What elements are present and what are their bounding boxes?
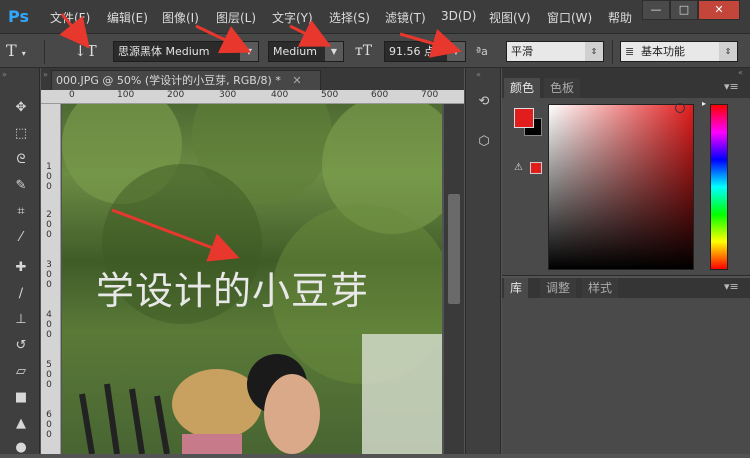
annotation-arrow [289, 19, 332, 47]
annotation-arrow [399, 28, 462, 58]
annotation-layer [59, 13, 462, 262]
annotation-arrow [195, 24, 252, 54]
annotation-arrow [111, 208, 240, 262]
annotation-arrow [59, 13, 90, 49]
